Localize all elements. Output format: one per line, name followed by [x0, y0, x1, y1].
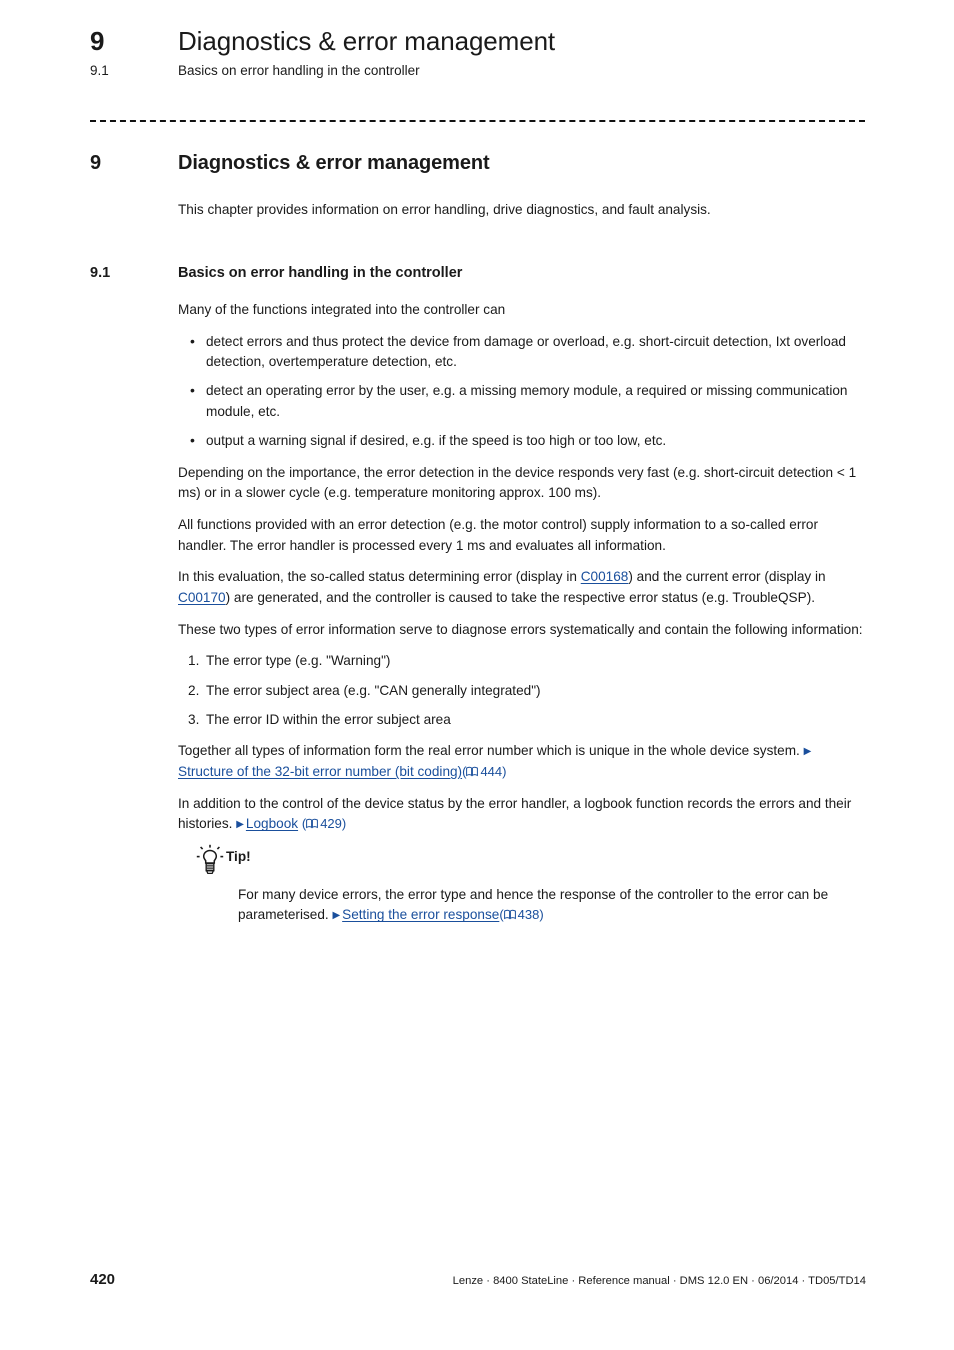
evaluation-text-part-3: ) are generated, and the controller is c… — [225, 589, 815, 605]
parameter-link-c00170[interactable]: C00170 — [178, 590, 226, 605]
section-body: Many of the functions integrated into th… — [178, 300, 866, 846]
page-reference-structure[interactable]: (444) — [462, 764, 506, 779]
section-title: 9.1 Basics on error handling in the cont… — [90, 265, 870, 281]
running-head-chapter-number: 9 — [90, 26, 105, 56]
lead-in-paragraph: Many of the functions integrated into th… — [178, 302, 506, 317]
running-head-chapter: 9 Diagnostics & error management — [90, 26, 870, 57]
logbook-paragraph: In addition to the control of the device… — [178, 794, 866, 835]
triangle-bullet-icon: ▶ — [803, 745, 812, 757]
parameter-link-c00168[interactable]: C00168 — [581, 569, 629, 584]
page-title: 9 Diagnostics & error management — [90, 152, 870, 175]
document-page: 9 Diagnostics & error management 9.1 Bas… — [0, 0, 954, 1350]
tip-callout: Tip! For many device errors, the error t… — [196, 843, 868, 926]
intro-block: This chapter provides information on err… — [178, 200, 866, 220]
evaluation-paragraph: In this evaluation, the so-called status… — [178, 567, 866, 608]
running-head-section-number: 9.1 — [90, 63, 109, 78]
heading-2-number: 9.1 — [90, 265, 111, 281]
running-head-chapter-title: Diagnostics & error management — [178, 26, 556, 56]
list-item: The error subject area (e.g. "CAN genera… — [188, 681, 541, 702]
lightbulb-icon — [196, 843, 226, 881]
triangle-bullet-icon: ▶ — [236, 818, 244, 830]
list-item: detect errors and thus protect the devic… — [178, 331, 866, 373]
importance-paragraph: Depending on the importance, the error d… — [178, 464, 857, 501]
page-number-error-response: 438 — [517, 907, 540, 923]
list-item: The error ID within the error subject ar… — [188, 710, 451, 731]
together-paragraph: Together all types of information form t… — [178, 741, 866, 782]
running-head-section-title: Basics on error handling in the controll… — [178, 63, 420, 78]
two-types-paragraph: These two types of error information ser… — [178, 621, 863, 637]
heading-1-number: 9 — [90, 152, 102, 174]
together-text: Together all types of information form t… — [178, 743, 800, 759]
page-number: 420 — [90, 1271, 116, 1288]
heading-1-title: Diagnostics & error management — [178, 152, 490, 174]
list-item: detect an operating error by the user, e… — [178, 380, 866, 422]
book-icon — [503, 906, 516, 926]
list-item: The error type (e.g. "Warning") — [188, 651, 391, 672]
header-dashed-divider — [90, 120, 865, 122]
capability-bullet-list: detect errors and thus protect the devic… — [178, 331, 866, 452]
footer-imprint: Lenze · 8400 StateLine · Reference manua… — [452, 1275, 866, 1287]
triangle-bullet-icon: ▶ — [332, 909, 341, 921]
error-info-numbered-list: The error type (e.g. "Warning") The erro… — [178, 651, 866, 731]
tip-header: Tip! — [196, 843, 868, 881]
tip-body: For many device errors, the error type a… — [238, 885, 868, 926]
evaluation-text-part-2: ) and the current error (display in — [628, 569, 826, 585]
page-reference-error-response[interactable]: (438) — [499, 907, 543, 922]
page-number-structure: 444 — [480, 764, 503, 780]
book-icon — [306, 815, 319, 835]
error-handler-paragraph: All functions provided with an error det… — [178, 516, 818, 553]
cross-reference-link-error-response[interactable]: Setting the error response — [342, 907, 499, 922]
page-footer: 420 Lenze · 8400 StateLine · Reference m… — [90, 1271, 866, 1288]
running-head-section: 9.1 Basics on error handling in the cont… — [90, 63, 870, 78]
running-head: 9 Diagnostics & error management 9.1 Bas… — [90, 26, 870, 78]
intro-paragraph: This chapter provides information on err… — [178, 202, 711, 217]
evaluation-text-part-1: In this evaluation, the so-called status… — [178, 569, 581, 585]
cross-reference-link-logbook[interactable]: Logbook — [246, 816, 298, 831]
heading-2-title: Basics on error handling in the controll… — [178, 265, 463, 281]
cross-reference-link-structure[interactable]: Structure of the 32-bit error number (bi… — [178, 764, 462, 779]
page-number-logbook: 429 — [320, 816, 342, 832]
book-icon — [466, 763, 479, 783]
tip-title: Tip! — [226, 849, 251, 864]
list-item: output a warning signal if desired, e.g.… — [178, 430, 866, 451]
page-reference-logbook[interactable]: (429) — [302, 816, 346, 831]
